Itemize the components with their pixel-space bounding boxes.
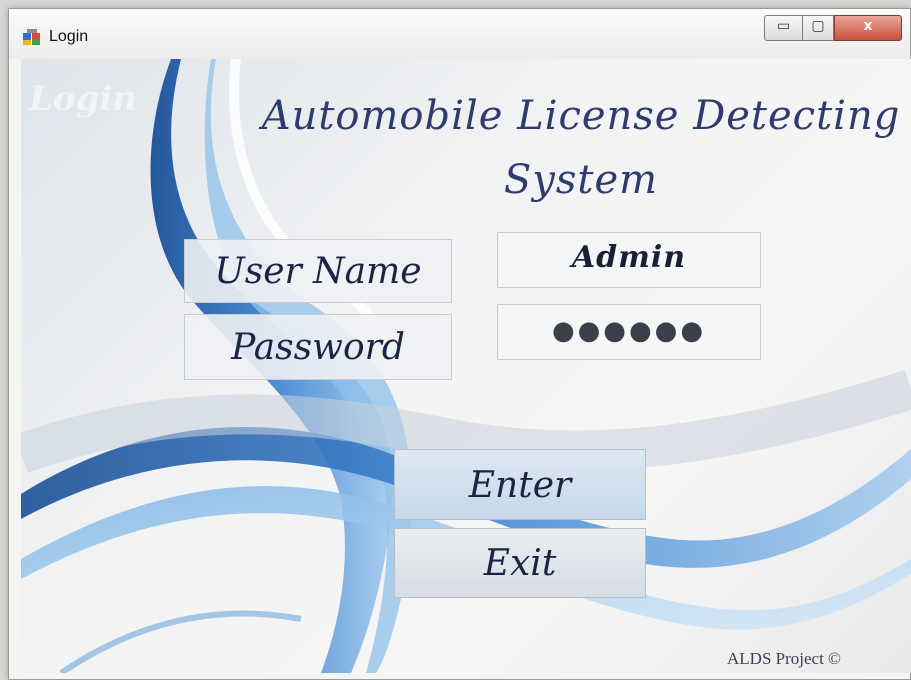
- login-panel: Login Automobile License Detecting Syste…: [21, 59, 911, 673]
- maximize-icon: ▢: [811, 18, 825, 34]
- password-label: Password: [184, 314, 452, 380]
- exit-button[interactable]: Exit: [394, 528, 646, 598]
- window-title: Login: [49, 28, 89, 45]
- close-icon: x: [863, 18, 873, 34]
- watermark-text: Login: [29, 79, 137, 119]
- maximize-button[interactable]: ▢: [802, 15, 834, 41]
- enter-button[interactable]: Enter: [394, 449, 646, 520]
- minimize-icon: ▭: [776, 18, 791, 34]
- username-field[interactable]: Admin: [497, 232, 761, 288]
- minimize-button[interactable]: ▭: [764, 15, 802, 41]
- app-title: Automobile License Detecting System: [261, 93, 901, 203]
- footer-credit: ALDS Project ©: [727, 649, 841, 668]
- close-button[interactable]: x: [834, 15, 902, 41]
- username-label: User Name: [184, 239, 452, 303]
- app-icon: [23, 29, 40, 45]
- title-bar[interactable]: Login ▭ ▢ x: [9, 9, 910, 59]
- login-window: Login ▭ ▢ x Login Automobile License Det…: [8, 8, 911, 680]
- password-field[interactable]: ●●●●●●: [497, 304, 761, 360]
